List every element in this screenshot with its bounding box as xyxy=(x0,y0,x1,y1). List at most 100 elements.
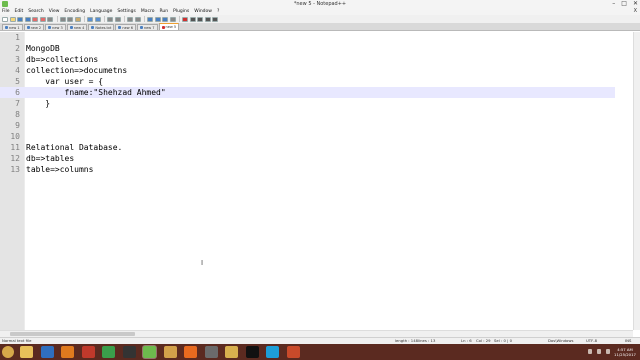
media-player-icon[interactable] xyxy=(40,346,54,358)
minimize-button[interactable]: – xyxy=(612,0,615,8)
close-document-button[interactable]: X xyxy=(634,8,637,15)
editor-line[interactable]: 6 fname:"Shehzad Ahmed" xyxy=(0,87,615,98)
paste-icon[interactable] xyxy=(74,16,81,22)
close-all-icon[interactable] xyxy=(39,16,46,22)
clock[interactable]: 4:57 AM 11/25/2017 xyxy=(613,347,637,357)
menu-item-file[interactable]: File xyxy=(2,8,10,15)
editor-line[interactable]: 9 xyxy=(0,120,615,131)
undo-icon[interactable] xyxy=(87,16,93,22)
cut-icon[interactable] xyxy=(59,16,66,22)
tray-flag-icon[interactable] xyxy=(606,349,610,354)
vertical-scrollbar[interactable] xyxy=(633,32,640,330)
folder-icon[interactable] xyxy=(225,346,238,358)
tab-new-5[interactable]: new 5 xyxy=(158,23,180,30)
toolbar-separator xyxy=(84,16,85,22)
line-number: 4 xyxy=(15,66,20,75)
line-text: collection=>documetns xyxy=(26,66,128,75)
save-icon[interactable] xyxy=(17,16,23,22)
save-all-icon[interactable] xyxy=(24,16,31,22)
editor-line[interactable]: 1 xyxy=(0,32,615,43)
tray-network-icon[interactable] xyxy=(588,349,592,354)
word-wrap-icon[interactable] xyxy=(154,16,161,22)
editor-line[interactable]: 2 MongoDB xyxy=(0,43,615,54)
office-icon[interactable] xyxy=(286,346,300,358)
record-macro-icon[interactable] xyxy=(182,16,188,22)
menu-item-language[interactable]: Language xyxy=(90,8,112,15)
zoom-in-icon[interactable] xyxy=(127,16,133,22)
play-macro-icon[interactable] xyxy=(197,16,203,22)
editor-line[interactable]: 11 Relational Database. xyxy=(0,142,615,153)
find-icon[interactable] xyxy=(107,16,113,22)
tab-new-7[interactable]: new 7 xyxy=(136,24,158,30)
tray-volume-icon[interactable] xyxy=(597,349,601,354)
copy-icon[interactable] xyxy=(67,16,73,22)
menu-item-help[interactable]: ? xyxy=(217,8,219,15)
line-number: 12 xyxy=(10,154,20,163)
tab-new-1[interactable]: new 1 xyxy=(2,24,23,30)
editor[interactable]: 1 2 MongoDB 3 db=>collections 4 collection=>do… xyxy=(0,32,640,330)
menu-item-search[interactable]: Search xyxy=(28,8,43,15)
editor-line[interactable]: 4 collection=>documetns xyxy=(0,65,615,76)
line-text: var user = { xyxy=(26,77,104,86)
menu-item-macro[interactable]: Macro xyxy=(141,8,155,15)
line-number: 3 xyxy=(15,55,20,64)
chrome-icon[interactable] xyxy=(102,346,115,358)
menu-item-window[interactable]: Window xyxy=(194,8,212,15)
tab-label: new 5 xyxy=(165,25,177,29)
maximize-button[interactable]: □ xyxy=(621,0,627,8)
file-status-icon xyxy=(48,26,52,29)
editor-line[interactable]: 7 } xyxy=(0,98,615,109)
editor-line[interactable]: 10 xyxy=(0,131,615,142)
window-controls: – □ ✕ xyxy=(612,0,638,8)
menu-item-encoding[interactable]: Encoding xyxy=(64,8,85,15)
indent-guide-icon[interactable] xyxy=(169,16,176,22)
line-number: 11 xyxy=(10,143,20,152)
window-title: *new 5 - Notepad++ xyxy=(293,1,347,7)
editor-line[interactable]: 12 db=>tables xyxy=(0,153,615,164)
tab-notes-txt[interactable]: Notes.txt xyxy=(88,24,115,30)
editor-line[interactable]: 3 db=>collections xyxy=(0,54,615,65)
new-file-icon[interactable] xyxy=(2,16,8,22)
generic-app-icon[interactable] xyxy=(204,346,218,358)
toolbar-separator xyxy=(56,16,58,22)
line-number: 7 xyxy=(15,99,20,108)
tab-new-3[interactable]: new 3 xyxy=(45,24,66,30)
replace-icon[interactable] xyxy=(114,16,121,22)
skype-icon[interactable] xyxy=(266,346,279,358)
print-icon[interactable] xyxy=(47,16,53,22)
tab-new-6[interactable]: new 6 xyxy=(115,24,136,30)
close-button[interactable]: ✕ xyxy=(633,0,638,8)
sync-scroll-icon[interactable] xyxy=(147,16,153,22)
terminal-icon[interactable] xyxy=(122,346,136,358)
save-macro-icon[interactable] xyxy=(212,16,218,22)
close-icon[interactable] xyxy=(32,16,38,22)
redo-icon[interactable] xyxy=(94,16,101,22)
horizontal-scrollbar[interactable] xyxy=(0,330,633,337)
stop-macro-icon[interactable] xyxy=(189,16,196,22)
zoom-out-icon[interactable] xyxy=(134,16,141,22)
editor-line[interactable]: 13 table=>columns xyxy=(0,164,615,175)
xampp-icon[interactable] xyxy=(61,346,74,358)
run-macro-icon[interactable] xyxy=(204,16,211,22)
menu-item-plugins[interactable]: Plugins xyxy=(173,8,189,15)
menu-item-run[interactable]: Run xyxy=(159,8,168,15)
notepadpp-icon[interactable] xyxy=(143,346,156,358)
show-all-chars-icon[interactable] xyxy=(162,16,168,22)
start-button[interactable] xyxy=(2,346,14,358)
filezilla-icon[interactable] xyxy=(81,346,95,358)
file-status-icon xyxy=(91,26,95,29)
tab-new-2[interactable]: new 2 xyxy=(23,24,45,30)
open-file-icon[interactable] xyxy=(9,16,16,22)
system-tray xyxy=(588,349,610,354)
menu-item-view[interactable]: View xyxy=(49,8,60,15)
editor-line[interactable]: 8 xyxy=(0,109,615,120)
menu-item-settings[interactable]: Settings xyxy=(117,8,135,15)
paint-icon[interactable] xyxy=(163,346,177,358)
cmd-icon[interactable] xyxy=(245,346,259,358)
editor-line[interactable]: 5 var user = { xyxy=(0,76,615,87)
firefox-icon[interactable] xyxy=(184,346,197,358)
horizontal-scroll-thumb[interactable] xyxy=(10,332,135,336)
windows-explorer-icon[interactable] xyxy=(20,346,33,358)
tab-new-4[interactable]: new 4 xyxy=(66,24,88,30)
menu-item-edit[interactable]: Edit xyxy=(15,8,24,15)
